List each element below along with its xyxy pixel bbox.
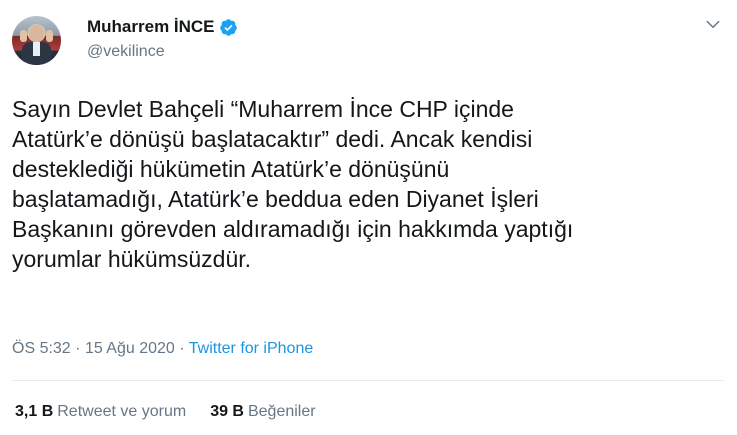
likes-count: 39 B	[210, 403, 244, 420]
avatar-face-shape	[29, 25, 44, 42]
author-name-row[interactable]: Muharrem İNCE	[87, 16, 238, 38]
tweet-stats: 3,1 B Retweet ve yorum 39 B Beğeniler	[15, 403, 316, 421]
likes-stat[interactable]: 39 B Beğeniler	[210, 403, 315, 421]
verified-badge-icon	[219, 18, 237, 36]
tweet-card: Muharrem İNCE @vekilince Sayın Devlet Ba…	[0, 0, 737, 435]
tweet-meta: ÖS 5:32 · 15 Ağu 2020 · Twitter for iPho…	[12, 340, 313, 358]
tweet-text: Sayın Devlet Bahçeli “Muharrem İnce CHP …	[12, 96, 574, 272]
avatar[interactable]	[12, 16, 61, 65]
likes-label: Beğeniler	[247, 403, 316, 420]
tweet-date[interactable]: 15 Ağu 2020	[85, 340, 175, 357]
retweets-stat[interactable]: 3,1 B Retweet ve yorum	[15, 403, 186, 421]
retweets-label: Retweet ve yorum	[57, 403, 187, 420]
author-handle[interactable]: @vekilince	[87, 43, 165, 61]
avatar-shirt-shape	[33, 42, 40, 56]
meta-separator-2: ·	[179, 340, 185, 357]
retweets-count: 3,1 B	[15, 403, 54, 420]
chevron-down-icon[interactable]	[704, 15, 722, 33]
avatar-right-hand-shape	[46, 30, 53, 42]
tweet-source-link[interactable]: Twitter for iPhone	[189, 340, 314, 357]
meta-separator: ·	[75, 340, 81, 357]
tweet-time[interactable]: ÖS 5:32	[12, 340, 71, 357]
divider	[12, 380, 724, 381]
author-display-name[interactable]: Muharrem İNCE	[87, 17, 215, 37]
avatar-left-hand-shape	[20, 30, 27, 42]
